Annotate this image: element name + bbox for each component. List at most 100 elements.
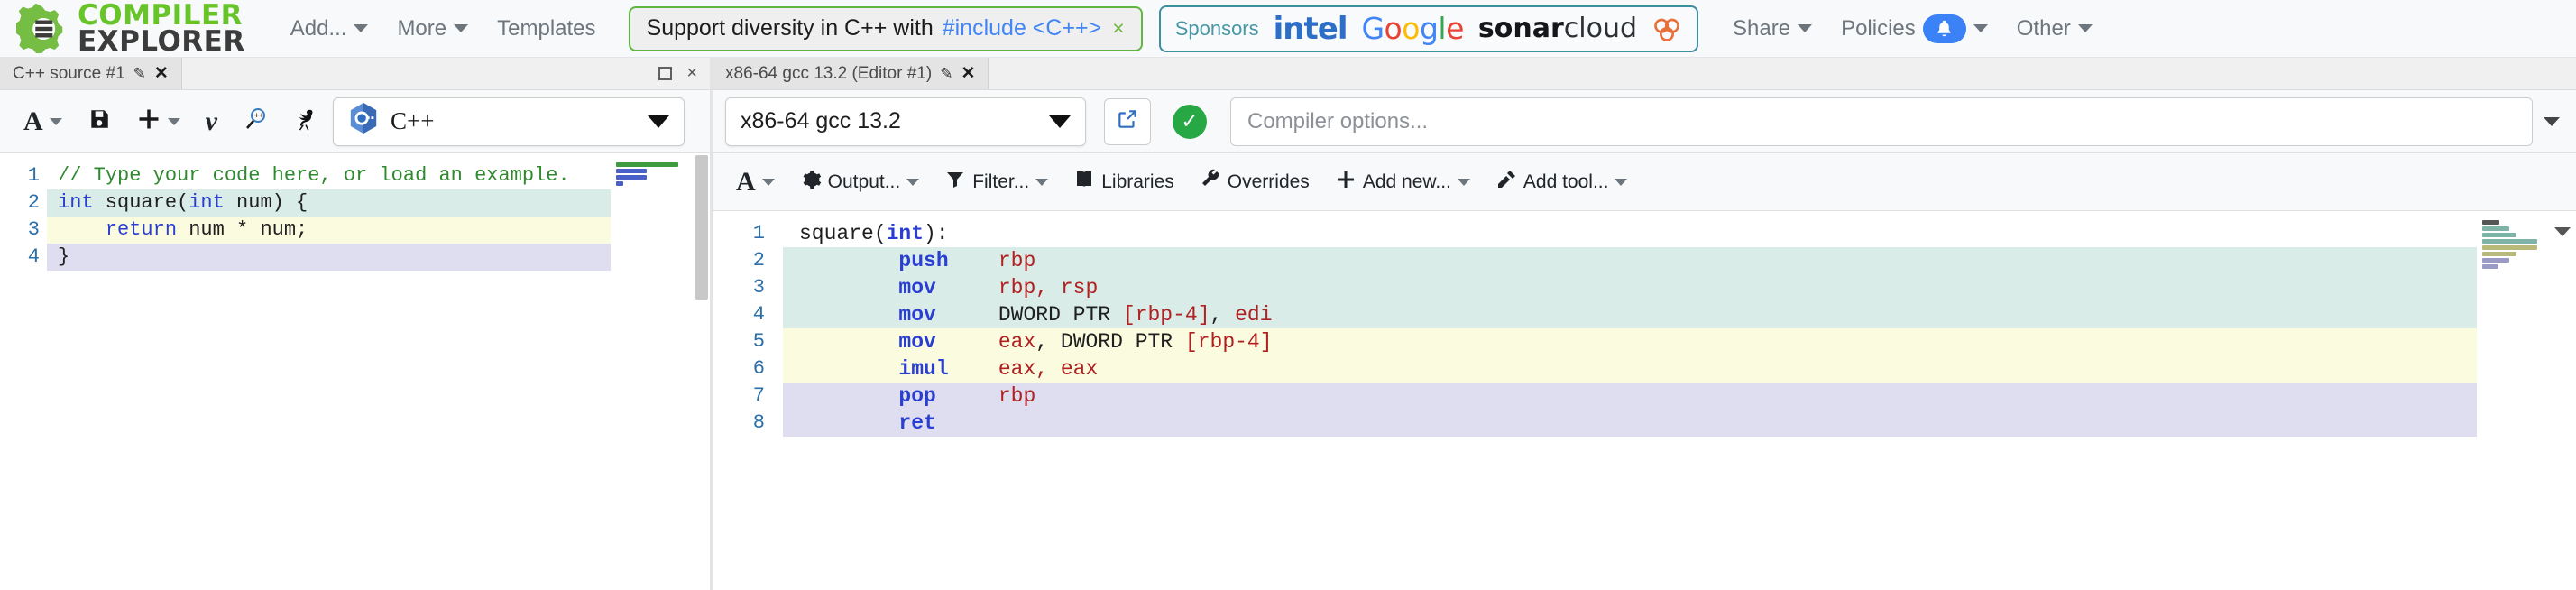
svg-text:++: ++ [254,111,264,120]
popout-button[interactable] [1104,97,1151,145]
vim-mode-button[interactable]: v [195,99,228,144]
nav-policies[interactable]: Policies [1826,9,2002,49]
source-code-area[interactable]: 1 2 3 4 // Type your code here, or load an … [0,153,710,590]
diversity-banner: Support diversity in C++ with #include <… [628,5,1143,51]
nav-policies-label: Policies [1841,15,1916,41]
add-button[interactable] [125,99,191,144]
line-number: 6 [752,357,765,380]
close-icon[interactable]: ✕ [154,63,169,84]
chevron-down-icon [49,117,62,125]
compiler-explorer-app: COMPILER EXPLORER Add... More Templates … [0,0,2576,590]
code-line[interactable]: mov rbp, rsp [783,274,2576,301]
minimap-line [2482,233,2517,237]
ostrich-icon [293,106,318,137]
asm-minimap[interactable] [2477,211,2560,590]
language-selector[interactable]: C++ [333,97,685,146]
nav-add[interactable]: Add... [276,11,383,47]
code-token: square( [799,222,887,245]
code-token: [rbp-4] [1122,303,1210,327]
asm-scrollbar[interactable] [2560,211,2576,590]
code-line[interactable]: square(int): [783,220,2576,247]
minimap-line [616,169,647,173]
asm-code-lines[interactable]: square(int): push rbp mov rbp, rsp mov D… [783,211,2576,590]
tool-icon [1495,169,1517,196]
code-token: int [58,191,94,214]
bell-icon[interactable] [1922,14,1966,43]
code-token: rbp, rsp [935,276,1099,300]
pencil-icon[interactable]: ✎ [940,65,952,83]
chevron-down-icon [454,24,469,32]
scrollbar-thumb[interactable] [695,155,708,300]
code-token: , DWORD PTR [1035,330,1185,354]
add-new-button[interactable]: Add new... [1324,161,1481,203]
code-line[interactable]: push rbp [783,247,2576,274]
preprocessor-button[interactable]: ++ [232,99,279,144]
output-button[interactable]: Output... [789,161,931,203]
nav-share[interactable]: Share [1718,11,1826,47]
output-toolbar: A Output... Filter... Libraries Override… [713,153,2576,211]
code-line[interactable]: pop rbp [783,383,2576,410]
nav-templates[interactable]: Templates [483,11,610,47]
editor-toolbar: A v ++ C++ [0,90,710,153]
tab-cpp-source[interactable]: C++ source #1 ✎ ✕ [0,58,182,89]
sonarcloud-logo[interactable]: sonarcloud [1478,13,1637,44]
maximize-icon[interactable] [658,67,673,80]
ostrich-button[interactable] [282,99,329,144]
nav-other[interactable]: Other [2002,11,2107,47]
source-editor-pane: C++ source #1 ✎ ✕ × A v ++ C++ 1 2 3 4 /… [0,58,713,590]
asm-code-area[interactable]: 12345678 square(int): push rbp mov rbp, … [713,211,2576,590]
line-number: 3 [27,218,40,241]
overrides-button[interactable]: Overrides [1189,161,1320,203]
code-line[interactable]: ret [783,410,2576,437]
code-token: eax, eax [998,357,1099,381]
code-token: [rbp-4] [1184,330,1273,354]
font-size-icon: A [736,166,756,197]
chevron-down-icon[interactable] [2554,227,2571,236]
add-tool-button[interactable]: Add tool... [1485,161,1639,203]
nav-more-label: More [397,15,447,41]
code-token: imul [898,357,949,381]
line-number: 1 [752,222,765,244]
close-icon[interactable]: × [686,63,697,84]
code-line[interactable]: imul eax, eax [783,355,2576,383]
filter-button[interactable]: Filter... [934,161,1059,203]
diversity-link[interactable]: #include <C++> [943,15,1102,41]
intel-logo[interactable]: intel [1274,11,1348,47]
close-icon[interactable]: × [1110,16,1126,41]
tab-title: C++ source #1 [13,63,125,83]
chevron-down-icon [761,178,775,186]
check-icon: ✓ [1181,109,1199,133]
nav-more[interactable]: More [382,11,483,47]
code-line[interactable]: mov eax, DWORD PTR [rbp-4] [783,328,2576,355]
wrench-icon [1200,169,1221,196]
compiler-selector[interactable]: x86-64 gcc 13.2 [725,97,1086,146]
close-icon[interactable]: ✕ [961,63,975,84]
compiler-options-input[interactable] [1230,97,2533,146]
chevron-down-icon [906,178,920,186]
code-line[interactable]: mov DWORD PTR [rbp-4], edi [783,301,2576,328]
source-scrollbar[interactable] [694,153,710,590]
source-minimap[interactable] [611,153,694,590]
chevron-down-icon [2077,24,2093,32]
brand-logo[interactable]: COMPILER EXPLORER [15,2,245,55]
libraries-button[interactable]: Libraries [1063,161,1185,203]
pencil-icon[interactable]: ✎ [133,65,146,83]
funnel-icon [944,169,966,196]
google-logo[interactable]: Google [1361,11,1464,46]
sponsors-bar: Sponsors intel Google sonarcloud [1158,5,1699,52]
editor-window-controls: × [658,58,710,89]
font-size-button[interactable]: A [725,160,786,205]
add-tool-button-label: Add tool... [1523,171,1609,192]
chevron-down-icon[interactable] [2544,116,2560,126]
minimap-line [616,175,647,180]
font-size-button[interactable]: A [13,99,73,144]
save-button[interactable] [77,100,122,143]
tab-asm-output[interactable]: x86-64 gcc 13.2 (Editor #1) ✎ ✕ [713,58,989,89]
asm-line-numbers: 1 2 3 4 5 6 7 8 [713,211,783,590]
